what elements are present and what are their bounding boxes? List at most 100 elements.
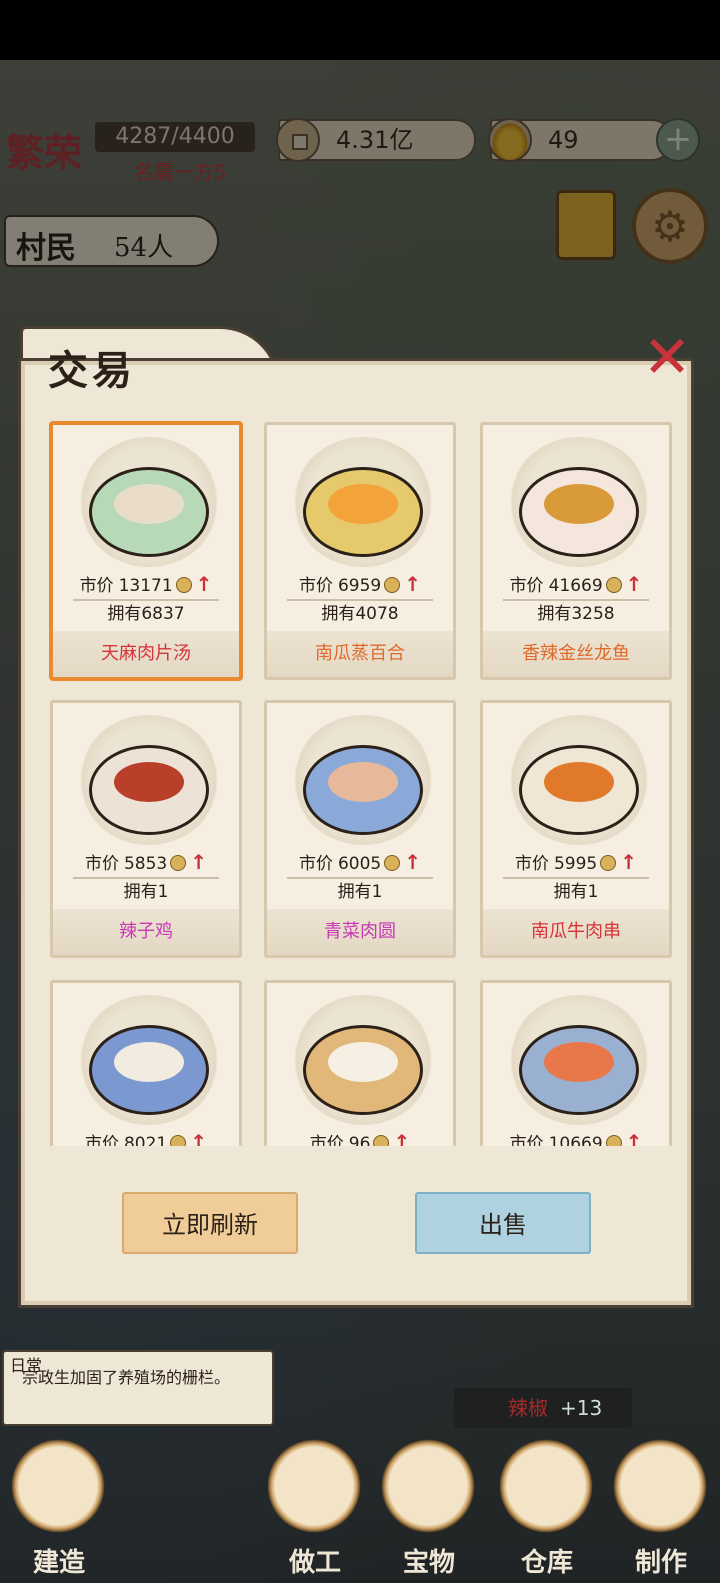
dish-food xyxy=(544,762,614,802)
copper-coin-icon xyxy=(384,855,401,871)
nav-treasure[interactable]: 宝物 xyxy=(374,1430,484,1583)
trade-item-card[interactable]: 市价 5995 ↑ 拥有1 南瓜牛肉串 xyxy=(480,700,672,958)
price-up-arrow-icon: ↑ xyxy=(195,572,213,596)
price-prefix: 市价 xyxy=(298,576,333,596)
item-price: 市价 41669 ↑ xyxy=(483,571,669,597)
nav-build-label: 建造 xyxy=(32,1548,85,1578)
owned-value: 4078 xyxy=(355,604,399,624)
gain-item-name: 辣椒 xyxy=(508,1396,548,1420)
trade-item-grid[interactable]: 市价 13171 ↑ 拥有6837 天麻肉片汤 市价 6959 ↑ 拥有4078 南瓜蒸百合 市价 4… xyxy=(48,418,674,1146)
item-name: 南瓜蒸百合 xyxy=(267,631,453,677)
copper-coin-icon xyxy=(605,1135,622,1146)
copper-coin-icon xyxy=(373,1135,390,1146)
item-price: 市价 10669 ↑ xyxy=(483,1129,669,1146)
nav-build[interactable]: 建造 xyxy=(4,1430,114,1583)
price-up-arrow-icon: ↑ xyxy=(404,850,422,874)
dish-icon xyxy=(293,995,433,1125)
trade-item-card[interactable]: 市价 5853 ↑ 拥有1 辣子鸡 xyxy=(50,700,242,958)
item-price: 市价 5995 ↑ xyxy=(483,849,669,875)
copper-coin-icon xyxy=(175,577,192,593)
owned-prefix: 拥有 xyxy=(107,604,142,624)
sell-button[interactable]: 出售 xyxy=(415,1192,591,1254)
price-value: 96 xyxy=(348,1134,371,1146)
price-up-arrow-icon: ↑ xyxy=(393,1130,411,1146)
dish-bowl xyxy=(89,745,209,835)
dish-icon xyxy=(610,1436,710,1536)
dish-food xyxy=(328,1042,398,1082)
item-name: 辣子鸡 xyxy=(53,909,239,955)
warehouse-icon xyxy=(496,1436,596,1536)
copper-coin-icon xyxy=(600,855,617,871)
nav-work[interactable]: 做工 xyxy=(260,1430,370,1583)
owned-prefix: 拥有 xyxy=(337,882,372,902)
nav-craft[interactable]: 制作 xyxy=(606,1430,716,1583)
owned-prefix: 拥有 xyxy=(321,604,356,624)
price-up-arrow-icon: ↑ xyxy=(190,850,208,874)
dish-icon xyxy=(293,437,433,567)
close-icon[interactable]: ✕ xyxy=(638,328,696,388)
copper-coin-icon xyxy=(384,577,401,593)
item-price: 市价 6005 ↑ xyxy=(267,849,453,875)
dish-food xyxy=(114,762,184,802)
dish-bowl xyxy=(89,1025,209,1115)
copper-coin-icon xyxy=(170,855,187,871)
owned-value: 1 xyxy=(371,882,383,902)
item-name: 天麻肉片汤 xyxy=(53,631,239,677)
price-value: 5853 xyxy=(123,854,168,874)
gain-amount: +13 xyxy=(560,1396,603,1420)
dish-food xyxy=(114,484,184,524)
nav-warehouse[interactable]: 仓库 xyxy=(492,1430,602,1583)
item-owned: 拥有6837 xyxy=(53,601,239,627)
item-name: 青菜肉圆 xyxy=(267,909,453,955)
trade-item-card[interactable]: 市价 6959 ↑ 拥有4078 南瓜蒸百合 xyxy=(264,422,456,680)
trade-item-card[interactable]: 市价 6005 ↑ 拥有1 青菜肉圆 xyxy=(264,700,456,958)
dish-icon xyxy=(79,995,219,1125)
price-prefix: 市价 xyxy=(509,1134,544,1146)
price-value: 6959 xyxy=(337,576,382,596)
price-prefix: 市价 xyxy=(84,854,119,874)
price-prefix: 市价 xyxy=(309,1134,344,1146)
owned-value: 3258 xyxy=(571,604,615,624)
price-value: 10669 xyxy=(548,1134,603,1146)
dish-bowl xyxy=(303,1025,423,1115)
price-prefix: 市价 xyxy=(298,854,333,874)
price-prefix: 市价 xyxy=(79,576,114,596)
nav-craft-label: 制作 xyxy=(634,1548,687,1578)
price-up-arrow-icon: ↑ xyxy=(625,1130,643,1146)
price-value: 6005 xyxy=(337,854,382,874)
nav-work-label: 做工 xyxy=(288,1548,341,1578)
trade-item-card[interactable]: 市价 13171 ↑ 拥有6837 天麻肉片汤 xyxy=(50,422,242,680)
trade-item-card[interactable]: 市价 8021 ↑ xyxy=(50,980,242,1146)
price-prefix: 市价 xyxy=(509,576,544,596)
item-owned: 拥有4078 xyxy=(267,601,453,627)
trade-item-card[interactable]: 市价 10669 ↑ xyxy=(480,980,672,1146)
owned-prefix: 拥有 xyxy=(123,882,158,902)
owned-value: 1 xyxy=(587,882,599,902)
item-name: 南瓜牛肉串 xyxy=(483,909,669,955)
dish-food xyxy=(328,484,398,524)
trade-item-card[interactable]: 市价 96 ↑ xyxy=(264,980,456,1146)
price-prefix: 市价 xyxy=(84,1134,119,1146)
owned-prefix: 拥有 xyxy=(537,604,572,624)
price-up-arrow-icon: ↑ xyxy=(620,850,638,874)
dish-bowl xyxy=(89,467,209,557)
dish-bowl xyxy=(519,745,639,835)
price-up-arrow-icon: ↑ xyxy=(190,1130,208,1146)
dish-food xyxy=(114,1042,184,1082)
item-owned: 拥有1 xyxy=(267,879,453,905)
vase-icon xyxy=(378,1436,478,1536)
item-price: 市价 5853 ↑ xyxy=(53,849,239,875)
trade-item-card[interactable]: 市价 41669 ↑ 拥有3258 香辣金丝龙鱼 xyxy=(480,422,672,680)
event-log[interactable]: 日常 宗政生加固了养殖场的栅栏。 xyxy=(2,1350,274,1426)
dish-icon xyxy=(79,715,219,845)
item-price: 市价 6959 ↑ xyxy=(267,571,453,597)
modal-title: 交易 xyxy=(48,347,136,394)
item-name: 香辣金丝龙鱼 xyxy=(483,631,669,677)
price-value: 41669 xyxy=(548,576,603,596)
owned-prefix: 拥有 xyxy=(553,882,588,902)
price-value: 13171 xyxy=(118,576,173,596)
work-icon xyxy=(264,1436,364,1536)
refresh-button[interactable]: 立即刷新 xyxy=(122,1192,298,1254)
owned-value: 1 xyxy=(157,882,169,902)
status-bar xyxy=(0,0,720,60)
